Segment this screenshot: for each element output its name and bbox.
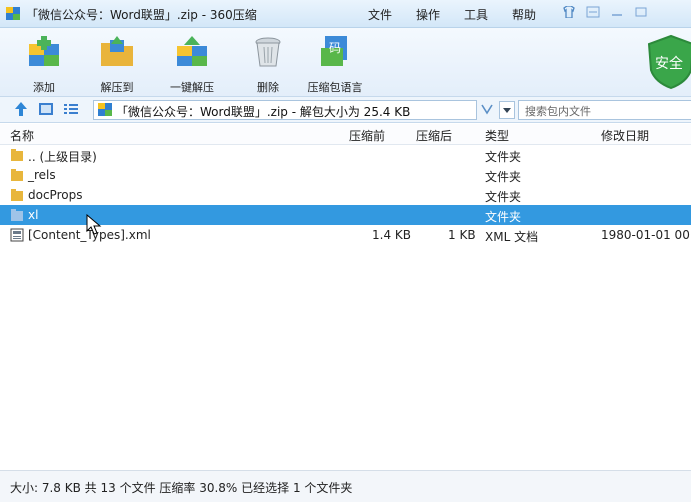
history-chevron-icon[interactable] bbox=[480, 103, 494, 115]
search-input[interactable]: 搜索包内文件 bbox=[518, 100, 691, 120]
security-shield-icon[interactable]: 安全 bbox=[647, 34, 691, 90]
file-type: 文件夹 bbox=[485, 210, 522, 224]
zip-language-label: 压缩包语言 bbox=[307, 81, 363, 94]
trash-icon bbox=[255, 37, 281, 67]
address-bar: 「微信公众号：Word联盟」.zip - 解包大小为 25.4 KB 搜索包内文… bbox=[0, 97, 691, 123]
file-row-parent[interactable]: .. (上级目录) 文件夹 bbox=[0, 145, 691, 165]
path-field[interactable]: 「微信公众号：Word联盟」.zip - 解包大小为 25.4 KB bbox=[93, 100, 477, 120]
one-click-extract-button[interactable]: 一键解压 bbox=[162, 34, 222, 95]
thumbnail-view-icon[interactable] bbox=[38, 101, 54, 117]
file-name: docProps bbox=[28, 188, 83, 202]
folder-icon bbox=[11, 209, 23, 221]
file-date: 1980-01-01 00 bbox=[601, 228, 690, 242]
menu-icon[interactable] bbox=[584, 4, 602, 20]
extract-to-label: 解压到 bbox=[100, 81, 134, 94]
add-icon bbox=[29, 36, 59, 66]
window-controls bbox=[560, 4, 650, 20]
path-text: 「微信公众号：Word联盟」.zip - 解包大小为 25.4 KB bbox=[116, 105, 411, 119]
shield-label: 安全 bbox=[655, 55, 683, 72]
file-row-xl[interactable]: xl 文件夹 bbox=[0, 205, 691, 225]
search-placeholder: 搜索包内文件 bbox=[525, 105, 591, 118]
file-type: XML 文档 bbox=[485, 230, 539, 244]
folder-icon bbox=[11, 149, 23, 161]
one-click-extract-label: 一键解压 bbox=[170, 81, 214, 94]
file-type: 文件夹 bbox=[485, 150, 522, 164]
svg-text:码: 码 bbox=[329, 41, 341, 55]
up-arrow-icon[interactable] bbox=[14, 101, 28, 117]
file-name: xl bbox=[28, 208, 39, 222]
folder-icon bbox=[11, 189, 23, 201]
col-compressed-before[interactable]: 压缩前 bbox=[349, 127, 385, 144]
folder-icon bbox=[11, 169, 23, 181]
file-type: 文件夹 bbox=[485, 190, 522, 204]
minimize-icon[interactable] bbox=[608, 4, 626, 20]
title-bar: 「微信公众号：Word联盟」.zip - 360压缩 文件 操作 工具 帮助 bbox=[0, 0, 691, 28]
col-name[interactable]: 名称 bbox=[10, 127, 34, 144]
col-compressed-after[interactable]: 压缩后 bbox=[416, 127, 452, 144]
file-row-rels[interactable]: _rels 文件夹 bbox=[0, 165, 691, 185]
archive-icon bbox=[98, 103, 112, 116]
menu-bar: 文件 操作 工具 帮助 bbox=[368, 6, 560, 23]
file-name: _rels bbox=[28, 168, 56, 182]
add-label: 添加 bbox=[33, 81, 55, 94]
zip-language-button[interactable]: 码 压缩包语言 bbox=[305, 34, 365, 95]
file-size-before: 1.4 KB bbox=[372, 228, 411, 242]
file-size-after: 1 KB bbox=[448, 228, 476, 242]
status-text: 大小: 7.8 KB 共 13 个文件 压缩率 30.8% 已经选择 1 个文件… bbox=[10, 481, 353, 495]
menu-help[interactable]: 帮助 bbox=[512, 6, 536, 23]
col-modified[interactable]: 修改日期 bbox=[601, 127, 649, 144]
window-title: 「微信公众号：Word联盟」.zip - 360压缩 bbox=[26, 8, 257, 22]
maximize-icon[interactable] bbox=[632, 4, 650, 20]
file-name: .. (上级目录) bbox=[28, 150, 97, 164]
xml-file-icon bbox=[10, 228, 24, 242]
list-view-icon[interactable] bbox=[63, 101, 79, 117]
delete-label: 删除 bbox=[257, 81, 279, 94]
add-button[interactable]: 添加 bbox=[14, 34, 74, 95]
extract-to-button[interactable]: 解压到 bbox=[87, 34, 147, 95]
main-toolbar: 添加 解压到 一键解压 删除 码 压缩包语言 安全 bbox=[0, 28, 691, 97]
col-type[interactable]: 类型 bbox=[485, 127, 509, 144]
file-type: 文件夹 bbox=[485, 170, 522, 184]
mouse-cursor-icon bbox=[86, 214, 102, 235]
app-icon bbox=[6, 7, 20, 20]
file-row-docprops[interactable]: docProps 文件夹 bbox=[0, 185, 691, 205]
history-dropdown-button[interactable] bbox=[499, 101, 515, 119]
delete-button[interactable]: 删除 bbox=[238, 34, 298, 95]
skin-icon[interactable] bbox=[560, 4, 578, 20]
chevron-down-icon bbox=[503, 108, 511, 113]
menu-operate[interactable]: 操作 bbox=[416, 6, 440, 23]
column-header: 名称 压缩前 压缩后 类型 修改日期 bbox=[0, 124, 691, 145]
extract-to-icon bbox=[101, 36, 133, 66]
file-row-content-types[interactable]: [Content_Types].xml 1.4 KB 1 KB XML 文档 1… bbox=[0, 225, 691, 245]
menu-tools[interactable]: 工具 bbox=[464, 6, 488, 23]
code-icon: 码 bbox=[321, 36, 347, 66]
status-bar: 大小: 7.8 KB 共 13 个文件 压缩率 30.8% 已经选择 1 个文件… bbox=[0, 470, 691, 502]
menu-file[interactable]: 文件 bbox=[368, 6, 392, 23]
one-click-extract-icon bbox=[177, 36, 207, 66]
